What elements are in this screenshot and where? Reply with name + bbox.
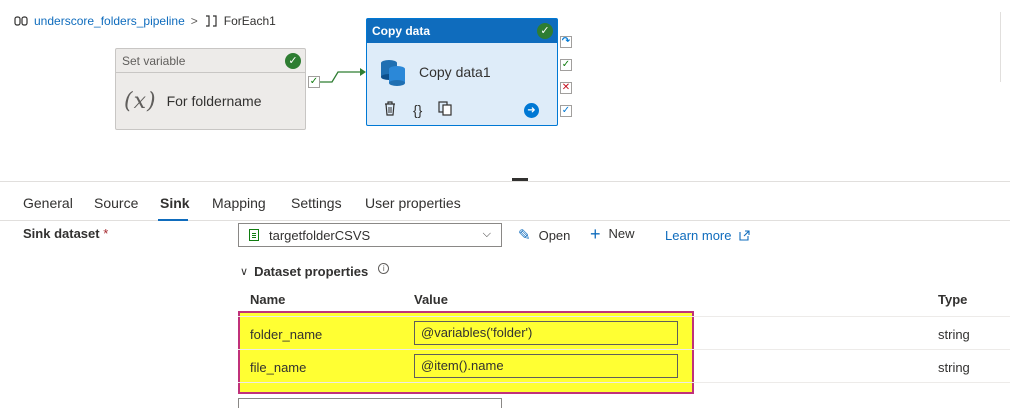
open-label: Open xyxy=(538,227,571,243)
sink-dataset-value: targetfolderCSVS xyxy=(269,227,371,243)
check-circle-icon: ✓ xyxy=(537,23,553,39)
canvas-toolbar[interactable] xyxy=(1000,12,1010,82)
pipeline-canvas[interactable]: underscore_folders_pipeline > ForEach1 S… xyxy=(0,0,1010,180)
table-row: file_name @item().name string xyxy=(238,350,1010,383)
chevron-down-icon: ⌵ xyxy=(482,228,491,240)
copy-data-icon xyxy=(381,60,405,86)
active-tab-indicator xyxy=(158,219,188,221)
breadcrumb-separator: > xyxy=(190,14,198,28)
column-header-name: Name xyxy=(250,292,286,307)
tab-settings[interactable]: Settings xyxy=(291,195,342,211)
sink-dataset-label: Sink dataset * xyxy=(23,226,108,241)
external-link-icon xyxy=(739,230,750,241)
dataset-properties-toggle[interactable]: ∨ Dataset properties i xyxy=(240,263,390,279)
arrow-circle-icon[interactable]: ➜ xyxy=(524,103,539,118)
next-setting-input[interactable] xyxy=(238,398,502,408)
tab-user-properties[interactable]: User properties xyxy=(365,195,461,211)
variable-icon: (x) xyxy=(124,88,157,114)
required-mark: * xyxy=(103,226,109,241)
dataset-icon xyxy=(249,229,259,241)
activity-copy-data[interactable]: Copy data ✓ Copy data1 {} ➜ xyxy=(366,18,558,126)
new-label: New xyxy=(608,226,635,241)
activity-name: Copy data1 xyxy=(419,64,491,80)
column-header-value: Value xyxy=(414,292,448,307)
property-name: folder_name xyxy=(250,327,323,342)
check-circle-icon: ✓ xyxy=(285,53,301,69)
pencil-icon: ✎ xyxy=(518,227,531,244)
property-type: string xyxy=(938,360,970,375)
column-header-type: Type xyxy=(938,292,968,307)
success-connector-icon[interactable]: ✓ xyxy=(560,59,572,71)
property-value-input[interactable]: @variables('folder') xyxy=(414,321,678,345)
success-connector-icon[interactable]: ✓ xyxy=(308,76,320,88)
tab-general[interactable]: General xyxy=(23,195,73,211)
tab-sink[interactable]: Sink xyxy=(160,195,190,211)
sink-dataset-select[interactable]: targetfolderCSVS ⌵ xyxy=(238,223,502,247)
learn-more-link[interactable]: Learn more xyxy=(665,228,750,243)
property-value-input[interactable]: @item().name xyxy=(414,354,678,378)
tab-mapping[interactable]: Mapping xyxy=(212,195,266,211)
delete-icon[interactable] xyxy=(383,101,397,119)
foreach-icon xyxy=(205,15,217,27)
tab-source[interactable]: Source xyxy=(94,195,138,211)
skip-connector-icon[interactable]: ↷ xyxy=(560,36,572,48)
completion-connector-icon[interactable]: ✓ xyxy=(560,105,572,117)
activity-type-label: Copy data xyxy=(367,19,557,43)
breadcrumb: underscore_folders_pipeline > ForEach1 xyxy=(14,14,276,28)
activity-name: For foldername xyxy=(166,93,262,109)
pipeline-icon xyxy=(14,16,28,26)
sink-dataset-label-text: Sink dataset xyxy=(23,226,100,241)
clone-icon[interactable] xyxy=(438,101,452,119)
new-dataset-button[interactable]: + New xyxy=(590,223,635,244)
properties-tabs: General Source Sink Mapping Settings Use… xyxy=(0,181,1010,221)
dependency-arrow xyxy=(320,68,366,83)
activity-type-label: Set variable xyxy=(116,49,305,73)
breadcrumb-activity: ForEach1 xyxy=(223,14,276,28)
breadcrumb-pipeline-link[interactable]: underscore_folders_pipeline xyxy=(34,14,185,28)
activity-set-variable[interactable]: Set variable ✓ (x) For foldername xyxy=(115,48,306,130)
open-dataset-button[interactable]: ✎ Open xyxy=(518,226,570,244)
chevron-down-icon: ∨ xyxy=(240,266,249,278)
plus-icon: + xyxy=(590,223,601,244)
property-name: file_name xyxy=(250,360,307,375)
code-icon[interactable]: {} xyxy=(413,102,422,118)
dataset-properties-label: Dataset properties xyxy=(254,264,369,279)
info-icon[interactable]: i xyxy=(378,263,390,274)
table-row: folder_name @variables('folder') string xyxy=(238,317,1010,350)
property-type: string xyxy=(938,327,970,342)
failure-connector-icon[interactable]: ✕ xyxy=(560,82,572,94)
learn-more-text: Learn more xyxy=(665,228,732,243)
